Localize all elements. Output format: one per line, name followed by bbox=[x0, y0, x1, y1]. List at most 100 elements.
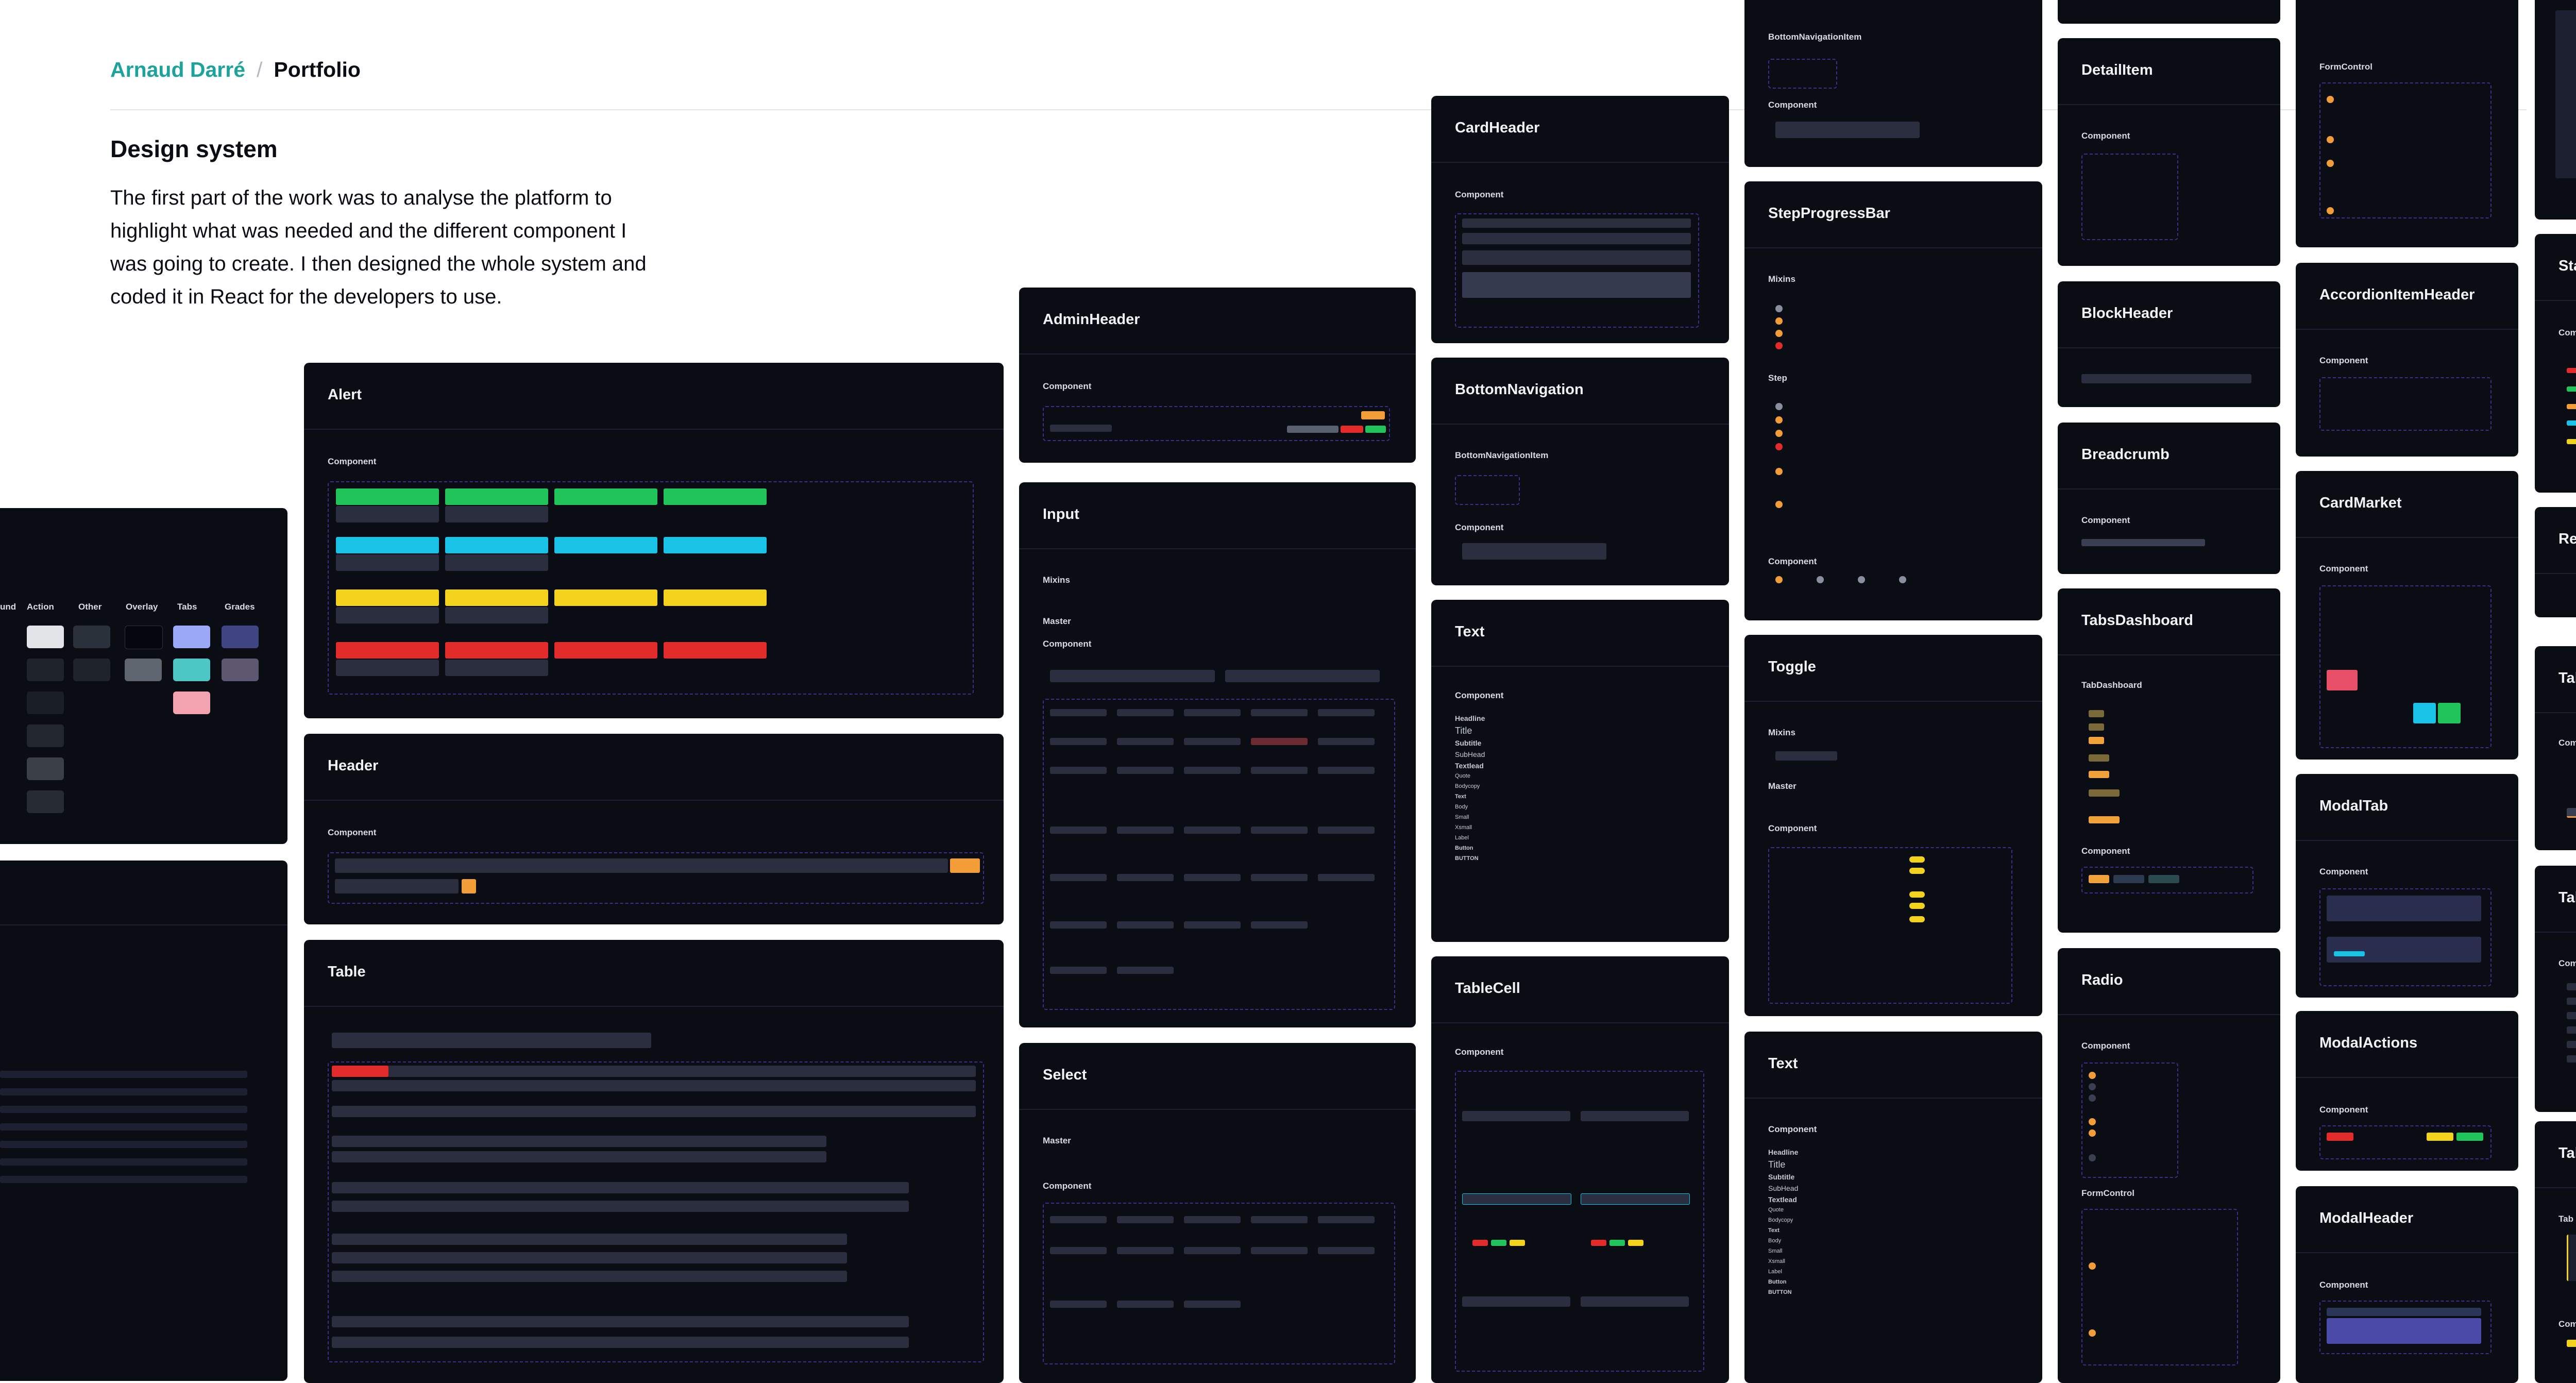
color-swatch bbox=[27, 724, 64, 747]
card-title: ModalTab bbox=[2319, 798, 2388, 814]
section-label: Component bbox=[2319, 1280, 2368, 1290]
component-frame bbox=[1043, 406, 1390, 441]
section-label: Component bbox=[1768, 823, 1817, 833]
text-style-sample: Xsmall bbox=[1455, 824, 1472, 831]
palette-column-label: Grades bbox=[225, 602, 255, 612]
card-modal-actions: ModalActions Component bbox=[2296, 1011, 2518, 1171]
section-label: Master bbox=[1043, 1136, 1071, 1145]
card-colors-palette: und Action Other Overlay Tabs Grades bbox=[0, 508, 287, 844]
card-title: Toggle bbox=[1768, 659, 1816, 675]
header-action-button bbox=[950, 858, 980, 873]
text-style-sample: Headline bbox=[1455, 714, 1485, 722]
card-card-header: CardHeader Component bbox=[1431, 96, 1729, 343]
card-toggle: Toggle Mixins Master Component bbox=[1744, 635, 2042, 1016]
card-modal-header: ModalHeader Component bbox=[2296, 1186, 2518, 1383]
card-resize: Resize bbox=[2535, 507, 2576, 617]
card-title: ModalHeader bbox=[2319, 1210, 2414, 1226]
card-title: Tab bbox=[2558, 670, 2576, 686]
section-label: Step bbox=[1768, 373, 1787, 383]
card-status: Status Component bbox=[2535, 234, 2576, 493]
section-label: Component bbox=[2558, 738, 2576, 748]
text-style-sample: Body bbox=[1455, 804, 1468, 810]
card-title: Status bbox=[2558, 258, 2576, 274]
card-title: Breadcrumb bbox=[2081, 446, 2170, 463]
card-select: Select Master Component bbox=[1019, 1043, 1416, 1383]
palette-column-label: Tabs bbox=[177, 602, 197, 612]
text-style-sample: BUTTON bbox=[1455, 855, 1479, 862]
text-style-sample: Body bbox=[1768, 1238, 1782, 1244]
alert-error bbox=[664, 642, 767, 659]
section-description: The first part of the work was to analys… bbox=[110, 187, 647, 308]
card-title: TabsDashboard bbox=[2081, 612, 2194, 629]
color-swatch bbox=[222, 626, 259, 648]
section-label: FormControl bbox=[2081, 1188, 2134, 1198]
section-label: TabDashboard bbox=[2081, 680, 2142, 690]
color-swatch bbox=[73, 626, 110, 648]
breadcrumb-current: Portfolio bbox=[274, 58, 361, 81]
component-frame bbox=[2319, 1125, 2492, 1159]
card-title: Alert bbox=[328, 386, 362, 403]
component-frame bbox=[2319, 82, 2492, 218]
card-title: BottomNavigation bbox=[1455, 381, 1584, 398]
alert-error bbox=[336, 642, 439, 659]
section-label: Component bbox=[1455, 190, 1504, 199]
section-label: Master bbox=[1043, 616, 1071, 626]
section-label: Component bbox=[328, 828, 377, 837]
card-text: Text Component Headline Title Subtitle S… bbox=[1431, 600, 1729, 942]
text-style-sample: Button bbox=[1768, 1279, 1787, 1285]
text-style-sample: Textlead bbox=[1768, 1195, 1797, 1204]
alert-info bbox=[664, 537, 767, 553]
card-partial-top bbox=[2058, 0, 2280, 24]
section-label: Master bbox=[1768, 781, 1797, 791]
text-style-sample: Title bbox=[1768, 1159, 1786, 1170]
color-swatch bbox=[27, 692, 64, 714]
text-style-sample: Small bbox=[1768, 1248, 1783, 1254]
section-label: Component bbox=[1043, 381, 1092, 391]
alert-warning bbox=[554, 589, 657, 606]
alert-success bbox=[336, 488, 439, 505]
section-label: BottomNavigationItem bbox=[1768, 32, 1862, 42]
card-tab: Tab Component bbox=[2535, 646, 2576, 850]
section-label: Tab bbox=[2558, 1214, 2573, 1224]
card-title: ModalActions bbox=[2319, 1035, 2418, 1051]
author-link[interactable]: Arnaud Darré bbox=[110, 58, 245, 82]
card-tabs: Tabs Tab Component bbox=[2535, 1121, 2576, 1383]
section-label: Component bbox=[2558, 958, 2576, 968]
color-swatch bbox=[27, 790, 64, 813]
alert-warning bbox=[664, 589, 767, 606]
text-style-sample: SubHead bbox=[1455, 750, 1485, 758]
alert-error bbox=[554, 642, 657, 659]
card-radio: Radio Component FormControl bbox=[2058, 948, 2280, 1383]
card-input: Input Mixins Master Component bbox=[1019, 482, 1416, 1027]
component-frame bbox=[1768, 59, 1837, 89]
color-swatch bbox=[27, 659, 64, 681]
color-swatch bbox=[222, 659, 259, 681]
component-frame bbox=[2319, 377, 2492, 431]
card-modal-tab: ModalTab Component bbox=[2296, 774, 2518, 998]
component-frame bbox=[2081, 1209, 2238, 1365]
header-action-button bbox=[462, 879, 476, 893]
card-header: Header Component bbox=[304, 734, 1004, 924]
text-style-sample: Label bbox=[1768, 1269, 1782, 1275]
section-label: Component bbox=[1768, 1124, 1817, 1134]
text-style-sample: Text bbox=[1455, 794, 1466, 800]
breadcrumb-separator: / bbox=[257, 58, 263, 81]
color-swatch bbox=[27, 757, 64, 780]
color-swatch bbox=[173, 626, 210, 648]
color-swatch bbox=[125, 626, 163, 649]
section-label: Component bbox=[2081, 1041, 2130, 1051]
card-title: CardMarket bbox=[2319, 495, 2402, 511]
section-label: Component bbox=[2081, 131, 2130, 141]
card-detail-item: DetailItem Component bbox=[2058, 38, 2280, 266]
component-frame bbox=[2081, 154, 2178, 240]
card-title: Radio bbox=[2081, 972, 2123, 988]
text-style-sample: Xsmall bbox=[1768, 1258, 1786, 1264]
section-label: Component bbox=[1043, 1181, 1092, 1191]
card-bottom-navigation-item: BottomNavigationItem Component bbox=[1744, 0, 2042, 167]
card-title: Tabs bbox=[2558, 1145, 2576, 1161]
card-table: Table bbox=[304, 940, 1004, 1383]
text-style-sample: Headline bbox=[1768, 1148, 1799, 1156]
palette-column-label: und bbox=[0, 602, 16, 612]
card-card-market: CardMarket Component bbox=[2296, 471, 2518, 760]
palette-column-label: Action bbox=[27, 602, 54, 612]
